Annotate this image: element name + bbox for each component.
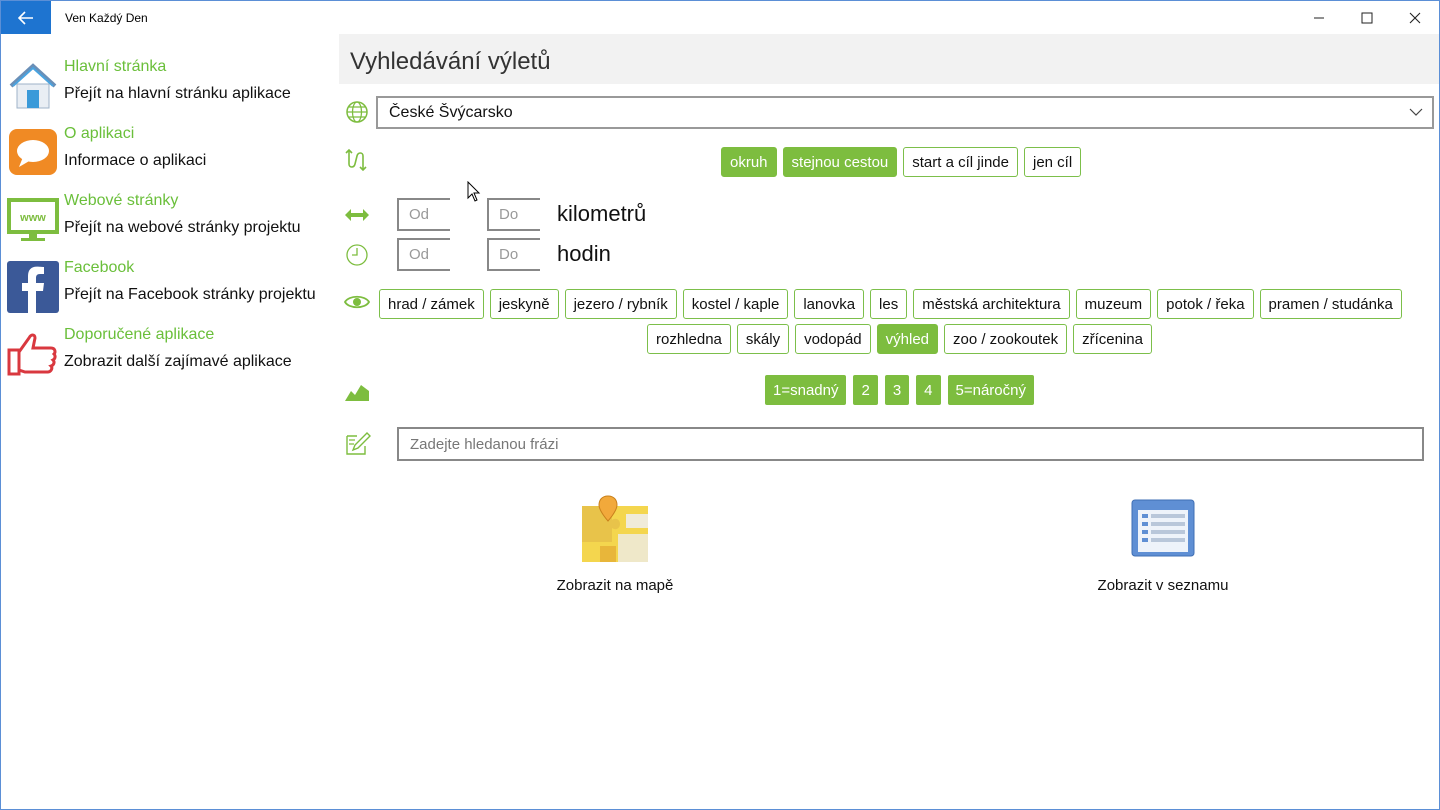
speech-bubble-icon: [9, 129, 57, 175]
sidebar-item-title: Facebook: [64, 259, 135, 276]
sidebar-item-title: Webové stránky: [64, 192, 179, 209]
route-type-jen-cil[interactable]: jen cíl: [1023, 147, 1082, 177]
difficulty-1[interactable]: 1=snadný: [765, 375, 847, 405]
duration-to-input[interactable]: Do: [487, 238, 540, 271]
sidebar-item-subtitle: Přejít na webové stránky projektu: [64, 219, 301, 236]
sidebar-item-home[interactable]: Hlavní stránka Přejít na hlavní stránku …: [1, 56, 339, 122]
show-on-map-label: Zobrazit na mapě: [556, 577, 674, 594]
maximize-icon: [1361, 12, 1373, 23]
sidebar-item-about[interactable]: O aplikaci Informace o aplikaci: [1, 123, 339, 189]
difficulty-3[interactable]: 3: [884, 375, 910, 405]
route-type-group: okruh stejnou cestou start a cíl jinde j…: [721, 147, 1082, 177]
difficulty-5[interactable]: 5=náročný: [947, 375, 1034, 405]
maximize-button[interactable]: [1343, 1, 1391, 34]
app-window: Ven Každý Den Hlavní stránka Přejít na h…: [0, 0, 1440, 810]
sight-potok-reka[interactable]: potok / řeka: [1157, 289, 1254, 319]
route-type-stejnou-cestou[interactable]: stejnou cestou: [782, 147, 898, 177]
back-button[interactable]: [1, 1, 51, 34]
sight-kostel-kaple[interactable]: kostel / kaple: [682, 289, 789, 319]
search-input[interactable]: Zadejte hledanou frázi: [397, 427, 1424, 461]
sidebar: Hlavní stránka Přejít na hlavní stránku …: [1, 34, 339, 809]
sights-row-1: hrad / zámek jeskyně jezero / rybník kos…: [379, 289, 1402, 319]
sight-vyhled[interactable]: výhled: [876, 324, 938, 354]
sidebar-item-facebook[interactable]: Facebook Přejít na Facebook stránky proj…: [1, 257, 339, 323]
sight-muzeum[interactable]: muzeum: [1075, 289, 1152, 319]
sidebar-item-subtitle: Přejít na hlavní stránku aplikace: [64, 85, 291, 102]
sight-les[interactable]: les: [870, 289, 908, 319]
mouse-cursor-icon: [467, 181, 481, 202]
back-arrow-icon: [18, 10, 33, 25]
duration-from-input[interactable]: Od: [397, 238, 450, 271]
sidebar-item-recommended[interactable]: Doporučené aplikace Zobrazit další zajím…: [1, 324, 339, 390]
sidebar-item-subtitle: Zobrazit další zajímavé aplikace: [64, 353, 292, 370]
minimize-icon: [1314, 17, 1324, 18]
list-window-icon: [1131, 499, 1195, 557]
sight-mestska-architektura[interactable]: městská architektura: [913, 289, 1070, 319]
region-select[interactable]: České Švýcarsko: [376, 96, 1434, 129]
sight-vodopad[interactable]: vodopád: [795, 324, 871, 354]
sidebar-item-title: O aplikaci: [64, 125, 135, 142]
route-icon: [345, 148, 367, 172]
sight-skaly[interactable]: skály: [736, 324, 790, 354]
sidebar-item-title: Doporučené aplikace: [64, 326, 215, 343]
distance-to-input[interactable]: Do: [487, 198, 540, 231]
home-icon: [9, 63, 57, 109]
difficulty-mountain-icon: [345, 385, 369, 401]
show-in-list-label: Zobrazit v seznamu: [1097, 577, 1229, 594]
facebook-icon: [7, 261, 59, 313]
difficulty-4[interactable]: 4: [916, 375, 941, 405]
close-icon: [1409, 12, 1421, 23]
sight-pramen-studanka[interactable]: pramen / studánka: [1259, 289, 1402, 319]
clock-icon: [346, 244, 368, 266]
sight-zoo-zookoutek[interactable]: zoo / zookoutek: [944, 324, 1068, 354]
sight-lanovka[interactable]: lanovka: [794, 289, 865, 319]
globe-icon: [346, 101, 368, 123]
sight-jezero-rybnik[interactable]: jezero / rybník: [564, 289, 677, 319]
difficulty-2[interactable]: 2: [853, 375, 878, 405]
sight-zricenina[interactable]: zřícenina: [1073, 324, 1152, 354]
page-title: Vyhledávání výletů: [350, 48, 551, 75]
minimize-button[interactable]: [1295, 1, 1343, 34]
thumbs-up-icon: [7, 333, 57, 376]
chevron-down-icon: [1409, 108, 1423, 116]
window-controls: [1295, 1, 1439, 34]
show-in-list-button[interactable]: Zobrazit v seznamu: [1063, 494, 1263, 594]
eye-icon: [343, 295, 371, 309]
region-select-value: České Švýcarsko: [389, 103, 513, 121]
sight-jeskyne[interactable]: jeskyně: [489, 289, 559, 319]
difficulty-group: 1=snadný 2 3 4 5=náročný: [765, 375, 1034, 405]
svg-text:www: www: [19, 212, 46, 224]
sights-row-2: rozhledna skály vodopád výhled zoo / zoo…: [647, 324, 1152, 354]
pen-note-icon: [346, 432, 371, 455]
distance-arrows-icon: [345, 209, 369, 221]
sidebar-item-subtitle: Přejít na Facebook stránky projektu: [64, 286, 316, 303]
close-button[interactable]: [1391, 1, 1439, 34]
search-form: České Švýcarsko okruh stejnou cestou sta…: [339, 84, 1439, 809]
distance-unit-label: kilometrů: [557, 201, 647, 226]
sidebar-item-website[interactable]: www Webové stránky Přejít na webové strá…: [1, 190, 339, 256]
main-panel: Vyhledávání výletů České Švýcarsko okruh…: [339, 34, 1439, 809]
route-type-start-a-cil-jinde[interactable]: start a cíl jinde: [903, 147, 1018, 177]
show-on-map-button[interactable]: Zobrazit na mapě: [515, 494, 715, 594]
sidebar-item-title: Hlavní stránka: [64, 58, 167, 75]
title-bar: Ven Každý Den: [1, 1, 1439, 34]
map-puzzle-icon: [582, 495, 648, 562]
sidebar-item-subtitle: Informace o aplikaci: [64, 152, 207, 169]
duration-unit-label: hodin: [557, 241, 611, 266]
sight-rozhledna[interactable]: rozhledna: [647, 324, 731, 354]
sight-hrad-zamek[interactable]: hrad / zámek: [379, 289, 484, 319]
route-type-okruh[interactable]: okruh: [721, 147, 777, 177]
distance-from-input[interactable]: Od: [397, 198, 450, 231]
app-title: Ven Každý Den: [65, 10, 148, 25]
www-monitor-icon: www: [7, 198, 59, 241]
